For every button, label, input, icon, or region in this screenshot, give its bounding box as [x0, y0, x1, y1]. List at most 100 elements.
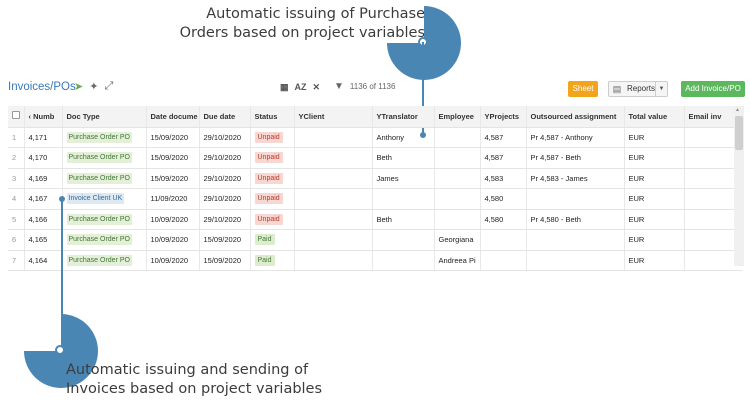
- share-icon[interactable]: ➤: [74, 80, 83, 93]
- expand-icon[interactable]: ⤢: [104, 80, 113, 93]
- translator-cell[interactable]: [371, 250, 434, 271]
- chevron-left-icon[interactable]: ‹: [29, 112, 32, 121]
- vertical-scrollbar[interactable]: ▲: [734, 106, 744, 266]
- doc-type-cell[interactable]: Purchase Order PO: [61, 127, 146, 148]
- number-cell[interactable]: 4,166: [23, 209, 62, 230]
- row-index-cell[interactable]: 2: [8, 147, 24, 169]
- table-row[interactable]: 2 4,170 Purchase Order PO 15/09/2020 29/10/2…: [8, 147, 742, 169]
- number-cell[interactable]: 4,164: [23, 250, 62, 271]
- scroll-up-icon[interactable]: ▲: [735, 107, 740, 113]
- col-header-outsourced[interactable]: Outsourced assignment: [525, 106, 624, 128]
- grid-icon[interactable]: ▦: [280, 82, 289, 93]
- sheet-button[interactable]: Sheet: [568, 81, 598, 97]
- outsourced-cell[interactable]: [525, 188, 624, 210]
- project-cell[interactable]: [479, 250, 526, 271]
- date-cell[interactable]: 10/09/2020: [145, 209, 199, 230]
- col-header-total[interactable]: Total value: [623, 106, 684, 128]
- status-cell[interactable]: Unpaid: [249, 127, 294, 148]
- outsourced-cell[interactable]: [525, 229, 624, 251]
- pin-icon[interactable]: ✦: [89, 80, 98, 93]
- sort-az-icon[interactable]: AZ: [295, 82, 307, 93]
- employee-cell[interactable]: Andreea Pi: [433, 250, 480, 271]
- number-cell[interactable]: 4,165: [23, 229, 62, 251]
- due-date-cell[interactable]: 15/09/2020: [198, 229, 250, 251]
- employee-cell[interactable]: Georgiana: [433, 229, 480, 251]
- status-cell[interactable]: Unpaid: [249, 209, 294, 230]
- row-index-cell[interactable]: 4: [8, 188, 24, 210]
- date-cell[interactable]: 15/09/2020: [145, 127, 199, 148]
- employee-cell[interactable]: [433, 188, 480, 210]
- col-header-client[interactable]: YClient: [293, 106, 372, 128]
- status-cell[interactable]: Paid: [249, 229, 294, 251]
- row-index-cell[interactable]: 5: [8, 209, 24, 230]
- add-invoice-button[interactable]: Add Invoice/PO: [681, 81, 745, 97]
- tools-icon[interactable]: ✕: [313, 82, 321, 93]
- project-cell[interactable]: 4,580: [479, 188, 526, 210]
- translator-cell[interactable]: James: [371, 168, 434, 189]
- table-row[interactable]: 5 4,166 Purchase Order PO 10/09/2020 29/10/2…: [8, 209, 742, 230]
- row-index-cell[interactable]: 7: [8, 250, 24, 271]
- due-date-cell[interactable]: 29/10/2020: [198, 209, 250, 230]
- due-date-cell[interactable]: 29/10/2020: [198, 147, 250, 169]
- col-header-date[interactable]: Date docume: [145, 106, 199, 128]
- row-index-cell[interactable]: 3: [8, 168, 24, 189]
- status-cell[interactable]: Unpaid: [249, 188, 294, 210]
- translator-cell[interactable]: [371, 229, 434, 251]
- row-index-cell[interactable]: 6: [8, 229, 24, 251]
- project-cell[interactable]: 4,580: [479, 209, 526, 230]
- date-cell[interactable]: 15/09/2020: [145, 147, 199, 169]
- doc-type-cell[interactable]: Purchase Order PO: [61, 168, 146, 189]
- number-cell[interactable]: 4,167: [23, 188, 62, 210]
- due-date-cell[interactable]: 29/10/2020: [198, 168, 250, 189]
- employee-cell[interactable]: [433, 147, 480, 169]
- number-cell[interactable]: 4,171: [23, 127, 62, 148]
- number-cell[interactable]: 4,170: [23, 147, 62, 169]
- client-cell[interactable]: [293, 229, 372, 251]
- outsourced-cell[interactable]: Pr 4,580 - Beth: [525, 209, 624, 230]
- total-cell[interactable]: EUR: [623, 127, 684, 148]
- total-cell[interactable]: EUR: [623, 168, 684, 189]
- translator-cell[interactable]: Beth: [371, 209, 434, 230]
- doc-type-cell[interactable]: Purchase Order PO: [61, 209, 146, 230]
- date-cell[interactable]: 10/09/2020: [145, 229, 199, 251]
- table-row[interactable]: 7 4,164 Purchase Order PO 10/09/2020 15/09/2…: [8, 250, 742, 271]
- due-date-cell[interactable]: 15/09/2020: [198, 250, 250, 271]
- due-date-cell[interactable]: 29/10/2020: [198, 127, 250, 148]
- client-cell[interactable]: [293, 127, 372, 148]
- col-header-translator[interactable]: YTranslator: [371, 106, 434, 128]
- client-cell[interactable]: [293, 188, 372, 210]
- outsourced-cell[interactable]: Pr 4,587 - Anthony: [525, 127, 624, 148]
- select-all-checkbox[interactable]: [12, 111, 20, 120]
- project-cell[interactable]: 4,587: [479, 127, 526, 148]
- col-header-employee[interactable]: Employee: [433, 106, 480, 128]
- date-cell[interactable]: 10/09/2020: [145, 250, 199, 271]
- project-cell[interactable]: 4,583: [479, 168, 526, 189]
- dropdown-caret-icon[interactable]: ▼: [655, 82, 667, 96]
- translator-cell[interactable]: [371, 188, 434, 210]
- date-cell[interactable]: 11/09/2020: [145, 188, 199, 210]
- doc-type-cell[interactable]: Purchase Order PO: [61, 229, 146, 251]
- table-row[interactable]: 3 4,169 Purchase Order PO 15/09/2020 29/10/2…: [8, 168, 742, 189]
- client-cell[interactable]: [293, 250, 372, 271]
- row-index-cell[interactable]: 1: [8, 127, 24, 148]
- translator-cell[interactable]: Beth: [371, 147, 434, 169]
- col-header-number[interactable]: ‹ Numb: [23, 106, 62, 128]
- client-cell[interactable]: [293, 147, 372, 169]
- table-row[interactable]: 1 4,171 Purchase Order PO 15/09/2020 29/10/2…: [8, 127, 742, 148]
- select-all-cell[interactable]: [8, 106, 24, 128]
- doc-type-cell[interactable]: Purchase Order PO: [61, 250, 146, 271]
- doc-type-cell[interactable]: Purchase Order PO: [61, 147, 146, 169]
- total-cell[interactable]: EUR: [623, 229, 684, 251]
- page-title[interactable]: Invoices/POs: [8, 81, 76, 93]
- outsourced-cell[interactable]: Pr 4,587 - Beth: [525, 147, 624, 169]
- col-header-projects[interactable]: YProjects: [479, 106, 526, 128]
- client-cell[interactable]: [293, 168, 372, 189]
- status-cell[interactable]: Unpaid: [249, 147, 294, 169]
- table-row[interactable]: 6 4,165 Purchase Order PO 10/09/2020 15/09/2…: [8, 229, 742, 251]
- total-cell[interactable]: EUR: [623, 209, 684, 230]
- col-header-status[interactable]: Status: [249, 106, 294, 128]
- total-cell[interactable]: EUR: [623, 147, 684, 169]
- outsourced-cell[interactable]: Pr 4,583 - James: [525, 168, 624, 189]
- table-row[interactable]: 4 4,167 Invoice Client UK 11/09/2020 29/10/2…: [8, 188, 742, 210]
- translator-cell[interactable]: Anthony: [371, 127, 434, 148]
